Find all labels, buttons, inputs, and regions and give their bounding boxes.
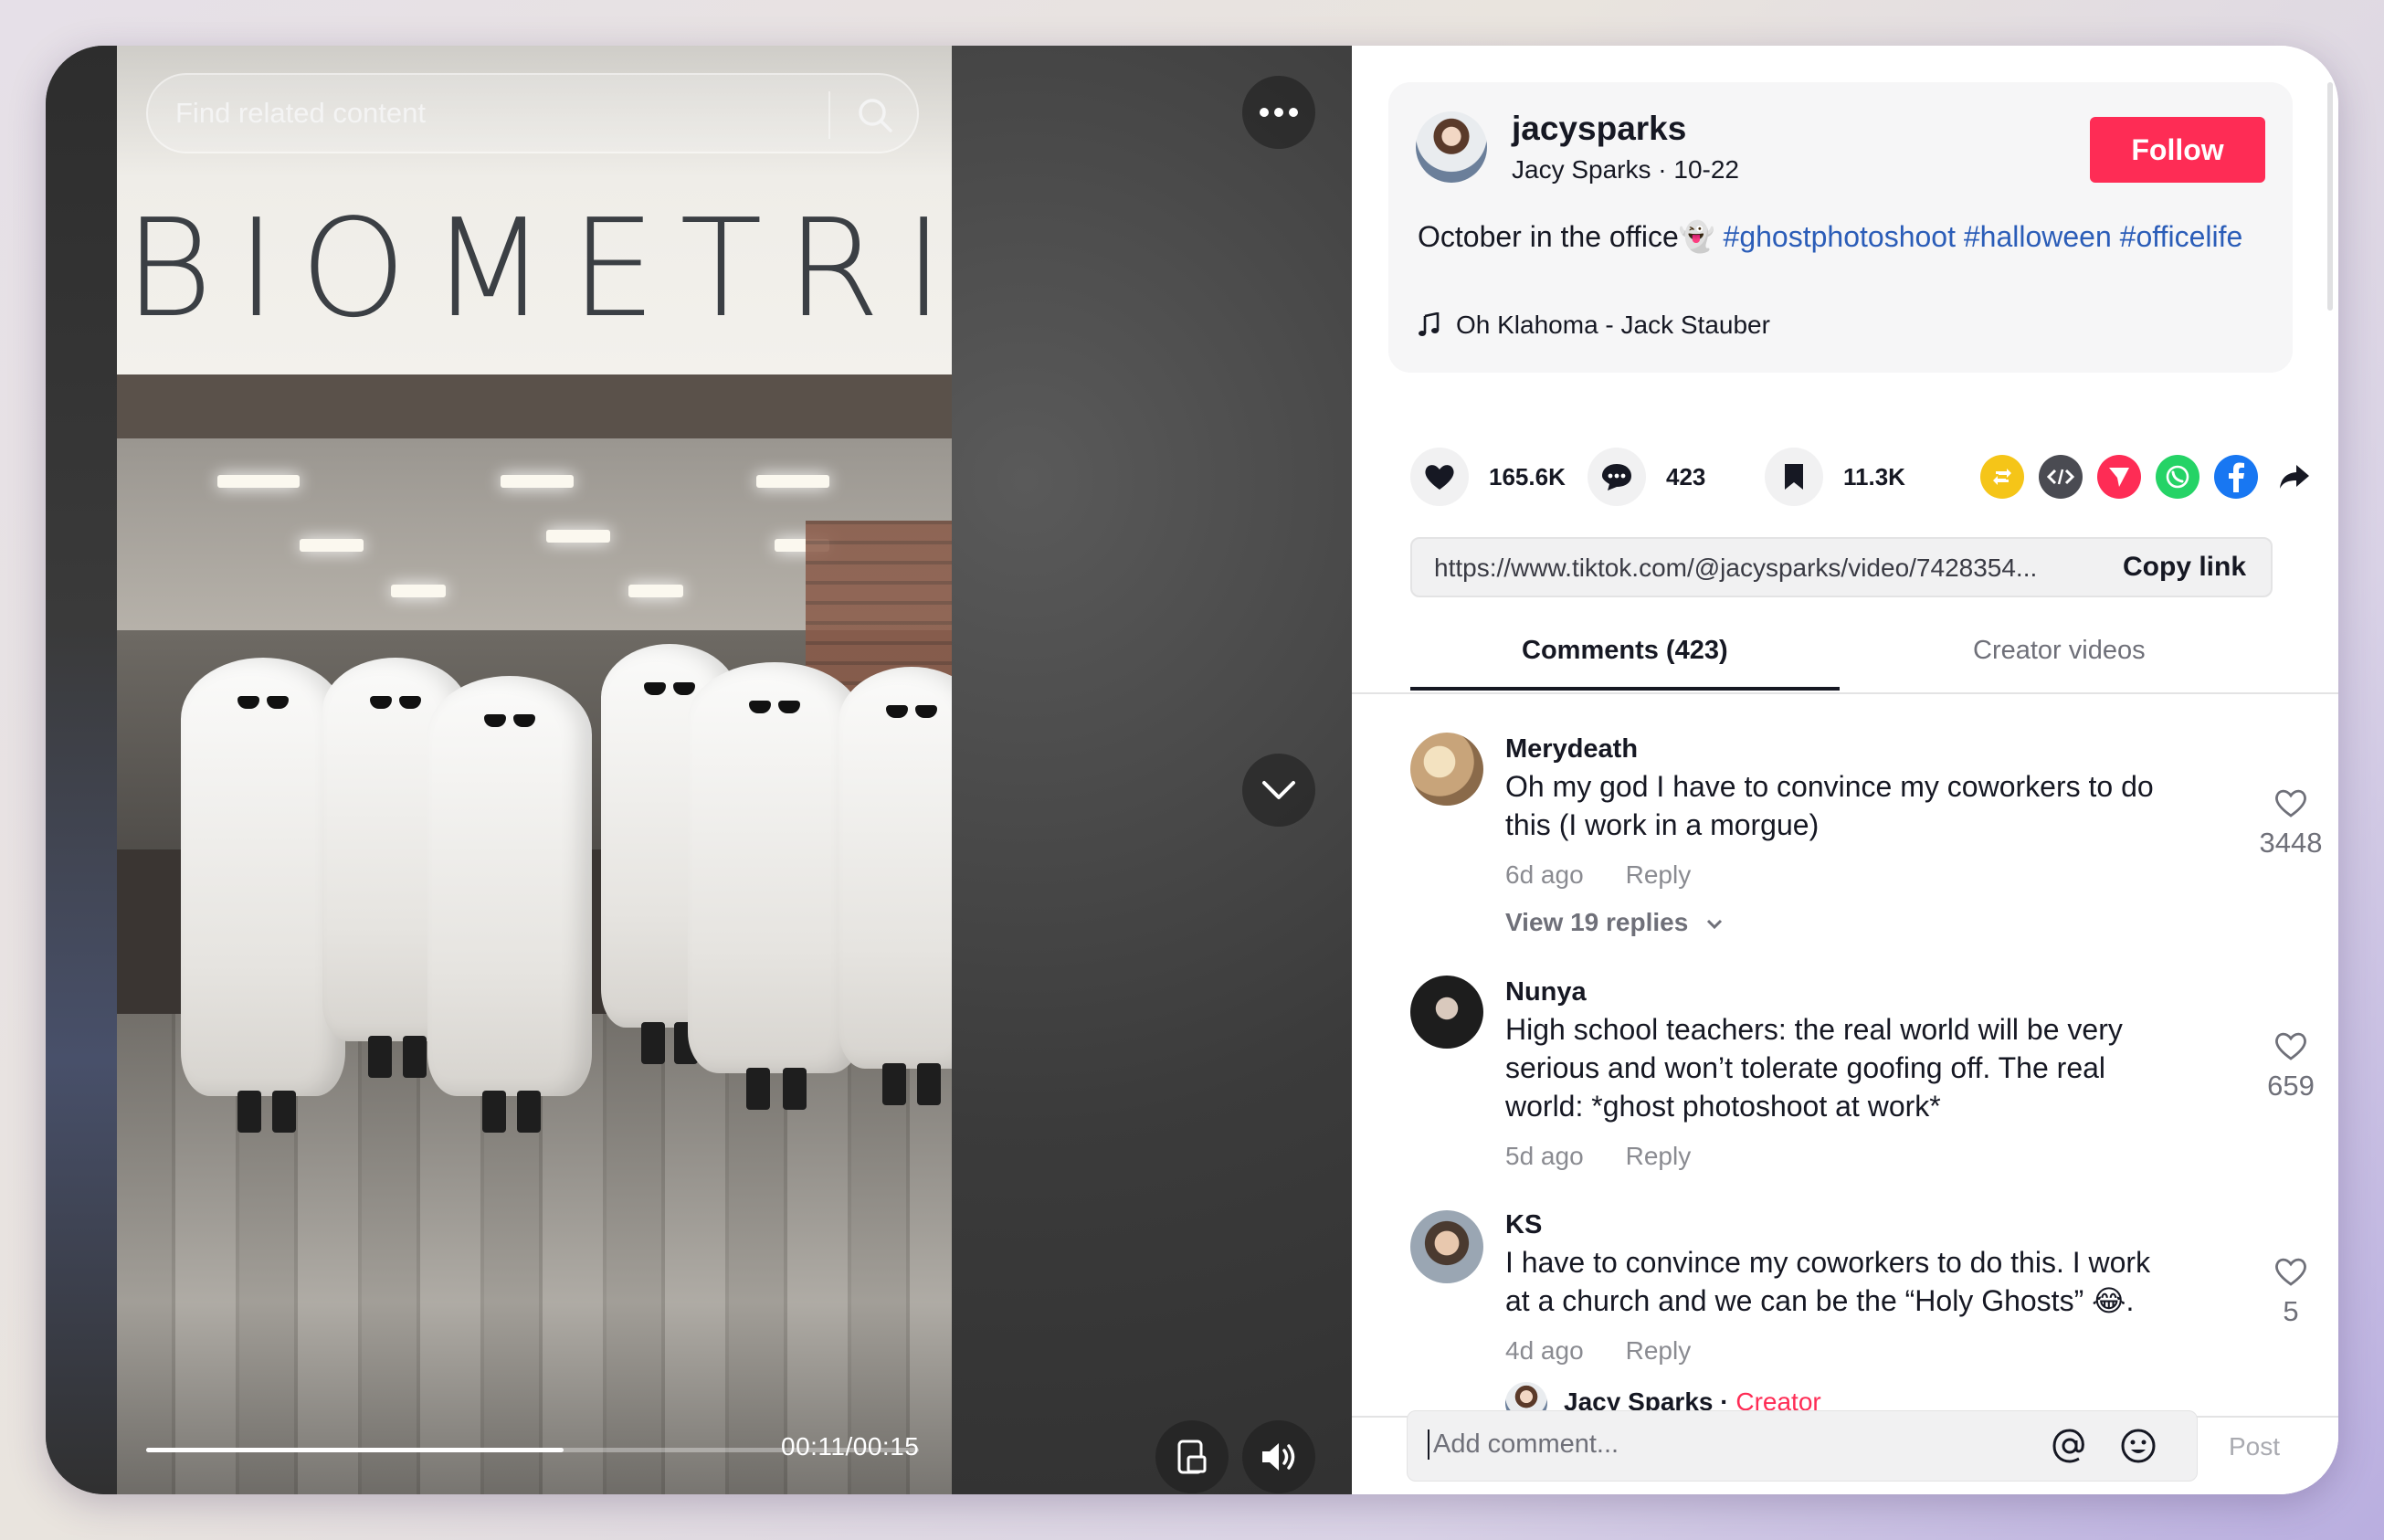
video-frame[interactable]: BIOMETRICS bbox=[117, 46, 952, 1494]
heart-outline-icon bbox=[2275, 1032, 2306, 1060]
search-icon[interactable] bbox=[851, 91, 899, 139]
ghost-figure bbox=[427, 676, 592, 1133]
video-sign-text: BIOMETRICS bbox=[124, 190, 952, 347]
author-avatar[interactable] bbox=[1416, 111, 1487, 183]
ghost-figure bbox=[181, 658, 345, 1133]
reply-button[interactable]: Reply bbox=[1626, 1336, 1692, 1365]
hashtag-link[interactable]: #officelife bbox=[2120, 220, 2243, 253]
video-progress-fill bbox=[146, 1448, 564, 1452]
comment-like-count: 5 bbox=[2283, 1295, 2299, 1327]
more-options-button[interactable] bbox=[1242, 76, 1315, 149]
view-replies-button[interactable]: View 19 replies bbox=[1505, 908, 1725, 937]
follow-button[interactable]: Follow bbox=[2090, 117, 2265, 183]
comment-time: 6d ago bbox=[1505, 860, 1584, 889]
video-url: https://www.tiktok.com/@jacysparks/video… bbox=[1434, 554, 2038, 582]
comment-text: I have to convince my coworkers to do th… bbox=[1505, 1246, 2151, 1317]
heart-outline-icon bbox=[2275, 1258, 2306, 1286]
ghost-figure bbox=[839, 667, 952, 1105]
tab-creator-videos[interactable]: Creator videos bbox=[1973, 636, 2146, 666]
details-panel: jacysparks Jacy Sparks · 10-22 Follow Oc… bbox=[1352, 46, 2338, 1494]
comment-count: 423 bbox=[1666, 462, 1706, 490]
commenter-avatar[interactable] bbox=[1410, 976, 1483, 1049]
comment-input-placeholder: Add comment... bbox=[1428, 1429, 1619, 1460]
reply-button[interactable]: Reply bbox=[1626, 1142, 1692, 1170]
post-comment-button[interactable]: Post bbox=[2229, 1432, 2280, 1461]
comment-time: 5d ago bbox=[1505, 1142, 1584, 1170]
copy-link-button[interactable]: Copy link bbox=[2123, 552, 2246, 583]
ghost-figure bbox=[688, 662, 861, 1110]
commenter-avatar[interactable] bbox=[1410, 733, 1483, 806]
bookmark-icon bbox=[1785, 464, 1803, 490]
save-action[interactable]: 11.3K bbox=[1765, 448, 1905, 506]
comment-meta: 6d ago Reply bbox=[1505, 860, 1691, 890]
hashtag-link[interactable]: #ghostphotoshoot bbox=[1724, 220, 1956, 253]
commenter-name[interactable]: Merydeath bbox=[1505, 734, 1638, 765]
comment-input[interactable]: Add comment... bbox=[1407, 1410, 2198, 1482]
comment-like-button[interactable]: 5 bbox=[2245, 1256, 2337, 1328]
emoji-icon[interactable] bbox=[2118, 1426, 2158, 1466]
comment-like-count: 3448 bbox=[2259, 827, 2323, 859]
related-search-bar[interactable]: Find related content bbox=[146, 73, 919, 153]
music-link[interactable]: Oh Klahoma - Jack Stauber bbox=[1418, 311, 1770, 340]
commenter-avatar[interactable] bbox=[1410, 1210, 1483, 1283]
hashtag-link[interactable]: #halloween bbox=[1964, 220, 2112, 253]
mention-icon[interactable] bbox=[2050, 1426, 2090, 1466]
active-tab-indicator bbox=[1410, 687, 1840, 691]
floating-player-icon bbox=[1177, 1440, 1207, 1474]
comment-list: Merydeath Oh my god I have to convince m… bbox=[1352, 694, 2338, 1418]
whatsapp-icon[interactable] bbox=[2156, 455, 2199, 499]
comment-like-button[interactable]: 3448 bbox=[2245, 787, 2337, 860]
facebook-icon[interactable] bbox=[2214, 455, 2258, 499]
like-count: 165.6K bbox=[1489, 462, 1566, 490]
more-icon bbox=[1260, 108, 1298, 117]
post-info-card: jacysparks Jacy Sparks · 10-22 Follow Oc… bbox=[1388, 82, 2293, 373]
author-username[interactable]: jacysparks bbox=[1512, 110, 1686, 148]
volume-icon bbox=[1262, 1443, 1295, 1471]
send-icon[interactable] bbox=[2097, 455, 2141, 499]
chevron-down-icon bbox=[1707, 919, 1723, 930]
stage-backdrop bbox=[46, 46, 117, 1494]
embed-icon[interactable] bbox=[2039, 455, 2083, 499]
commenter-name[interactable]: KS bbox=[1505, 1210, 1542, 1240]
commenter-name[interactable]: Nunya bbox=[1505, 977, 1587, 1007]
heart-outline-icon bbox=[2275, 789, 2306, 817]
comment-meta: 5d ago Reply bbox=[1505, 1142, 1691, 1171]
related-search-placeholder: Find related content bbox=[175, 97, 427, 129]
video-stage: BIOMETRICS Find related content bbox=[46, 46, 1352, 1494]
panel-scrollbar[interactable] bbox=[2327, 82, 2333, 311]
app-window: BIOMETRICS Find related content bbox=[46, 46, 2338, 1494]
next-video-button[interactable] bbox=[1242, 754, 1315, 827]
repost-icon[interactable] bbox=[1980, 455, 2024, 499]
caption-text: October in the office👻 bbox=[1418, 220, 1715, 253]
comment-icon bbox=[1602, 464, 1631, 490]
video-link-box[interactable]: https://www.tiktok.com/@jacysparks/video… bbox=[1410, 537, 2273, 597]
comment-text: Oh my god I have to convince my coworker… bbox=[1505, 770, 2154, 841]
post-caption: October in the office👻 #ghostphotoshoot … bbox=[1418, 217, 2258, 256]
panel-tabs: Comments (423) Creator videos bbox=[1352, 612, 2338, 694]
chevron-down-icon bbox=[1262, 781, 1295, 799]
comment-like-count: 659 bbox=[2267, 1070, 2315, 1102]
heart-icon bbox=[1425, 465, 1454, 490]
comment-like-button[interactable]: 659 bbox=[2245, 1030, 2337, 1102]
save-count: 11.3K bbox=[1843, 462, 1905, 490]
comment-action[interactable]: 423 bbox=[1588, 448, 1705, 506]
comment-meta: 4d ago Reply bbox=[1505, 1336, 1691, 1366]
music-note-icon bbox=[1419, 312, 1440, 336]
share-arrow-icon[interactable] bbox=[2273, 455, 2316, 499]
tab-comments[interactable]: Comments (423) bbox=[1522, 636, 1728, 666]
video-timecode: 00:11/00:15 bbox=[781, 1432, 920, 1461]
music-title: Oh Klahoma - Jack Stauber bbox=[1456, 311, 1770, 339]
like-action[interactable]: 165.6K bbox=[1410, 448, 1566, 506]
author-meta: Jacy Sparks · 10-22 bbox=[1512, 155, 1739, 184]
comment-time: 4d ago bbox=[1505, 1336, 1584, 1365]
mini-player-button[interactable] bbox=[1155, 1420, 1229, 1493]
volume-button[interactable] bbox=[1242, 1420, 1315, 1493]
reply-button[interactable]: Reply bbox=[1626, 860, 1692, 889]
comment-text: High school teachers: the real world wil… bbox=[1505, 1013, 2123, 1123]
